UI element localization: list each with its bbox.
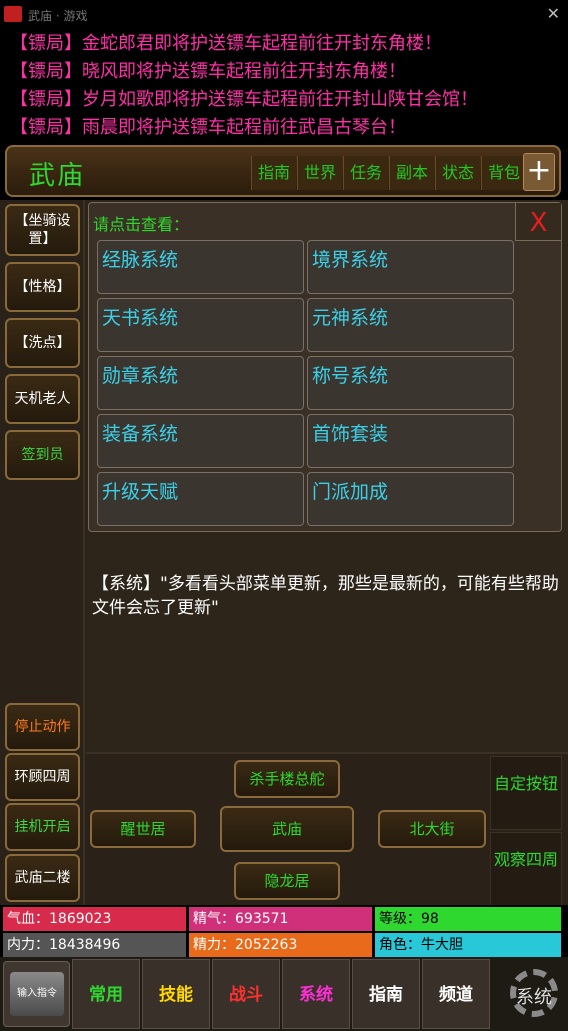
exit-east[interactable]: 北大街 bbox=[378, 810, 486, 848]
system-title[interactable]: 称号系统 bbox=[307, 356, 514, 410]
news-line: 【镖局】雨晨即将护送镖车起程前往武昌古琴台！ bbox=[10, 117, 406, 138]
expand-menu-button[interactable]: + bbox=[523, 153, 555, 191]
news-line: 【镖局】岁月如歌即将护送镖车起程前往开封山陕甘会馆！ bbox=[10, 89, 478, 110]
exit-north[interactable]: 杀手楼总舵 bbox=[234, 760, 340, 798]
nav-quest[interactable]: 任务 bbox=[343, 156, 388, 190]
stat-essence: 精气：693571 bbox=[189, 907, 372, 931]
stat-hp: 气血：1869023 bbox=[3, 907, 186, 931]
system-realm[interactable]: 境界系统 bbox=[307, 240, 514, 294]
tab-system[interactable]: 系统 bbox=[282, 959, 350, 1029]
system-message: 【系统】"多看看头部菜单更新，那些是最新的，可能有些帮助文件会忘了更新" bbox=[92, 574, 559, 618]
stop-action-button[interactable]: 停止动作 bbox=[5, 703, 80, 751]
tab-guide[interactable]: 指南 bbox=[352, 959, 420, 1029]
sidebar-reset-points[interactable]: 【洗点】 bbox=[5, 318, 80, 368]
exit-south[interactable]: 隐龙居 bbox=[234, 862, 340, 900]
system-help-popup: 请点击查看： X 经脉系统 境界系统 天书系统 元神系统 勋章系统 称号系统 装… bbox=[88, 202, 562, 532]
location-bar: 武庙 指南 世界 任务 副本 状态 背包 + bbox=[5, 145, 561, 197]
popup-title: 请点击查看： bbox=[93, 215, 190, 234]
exit-wumiao-2f[interactable]: 武庙二楼 bbox=[5, 854, 80, 902]
stat-level: 等级：98 bbox=[375, 907, 561, 931]
current-room[interactable]: 武庙 bbox=[220, 806, 354, 852]
nav-bag[interactable]: 背包 bbox=[481, 156, 526, 190]
custom-button[interactable]: 自定按钮 bbox=[490, 756, 562, 830]
auto-play-toggle[interactable]: 挂机开启 bbox=[5, 803, 80, 851]
main-area: 【坐骑设置】 【性格】 【洗点】 天机老人 签到员 停止动作 环顾四周 挂机开启… bbox=[0, 200, 568, 906]
observe-button[interactable]: 观察四周 bbox=[490, 832, 562, 906]
stats-panel: 气血：1869023 精气：693571 等级：98 内力：18438496 精… bbox=[0, 905, 568, 957]
status-bar: 武庙 · 游戏 ✕ bbox=[0, 0, 568, 30]
news-line: 【镖局】晓风即将护送镖车起程前往开封东角楼！ bbox=[10, 61, 406, 82]
settings-gear-icon[interactable]: 系统 bbox=[502, 961, 566, 1027]
system-heavenbook[interactable]: 天书系统 bbox=[97, 298, 304, 352]
nav-dungeon[interactable]: 副本 bbox=[389, 156, 434, 190]
left-sidebar: 【坐骑设置】 【性格】 【洗点】 天机老人 签到员 停止动作 环顾四周 挂机开启… bbox=[0, 200, 85, 905]
stat-role: 角色：牛大胆 bbox=[375, 933, 561, 957]
stat-internal-force: 内力：18438496 bbox=[3, 933, 186, 957]
command-input-label: 输入指令 bbox=[10, 972, 64, 1016]
command-input-button[interactable]: 输入指令 bbox=[3, 961, 70, 1027]
app-icon bbox=[4, 6, 22, 22]
tab-channel[interactable]: 频道 bbox=[422, 959, 490, 1029]
sidebar-mount-settings[interactable]: 【坐骑设置】 bbox=[5, 204, 80, 256]
stat-energy: 精力：2052263 bbox=[189, 933, 372, 957]
system-meridian[interactable]: 经脉系统 bbox=[97, 240, 304, 294]
system-sect-bonus[interactable]: 门派加成 bbox=[307, 472, 514, 526]
news-line: 【镖局】金蛇郎君即将护送镖车起程前往开封东角楼！ bbox=[10, 33, 442, 54]
close-icon[interactable]: ✕ bbox=[547, 4, 560, 23]
action-panel: 杀手楼总舵 醒世居 武庙 北大街 隐龙居 自定按钮 观察四周 bbox=[86, 752, 568, 906]
nav-world[interactable]: 世界 bbox=[297, 156, 342, 190]
content-area: 请点击查看： X 经脉系统 境界系统 天书系统 元神系统 勋章系统 称号系统 装… bbox=[86, 200, 568, 906]
tab-common[interactable]: 常用 bbox=[72, 959, 140, 1029]
popup-close-button[interactable]: X bbox=[515, 203, 561, 241]
system-talent[interactable]: 升级天赋 bbox=[97, 472, 304, 526]
exit-west[interactable]: 醒世居 bbox=[90, 810, 196, 848]
tab-combat[interactable]: 战斗 bbox=[212, 959, 280, 1029]
nav-guide[interactable]: 指南 bbox=[251, 156, 296, 190]
broadcast-panel: 【镖局】金蛇郎君即将护送镖车起程前往开封东角楼！ 【镖局】晓风即将护送镖车起程前… bbox=[0, 30, 568, 142]
system-spirit[interactable]: 元神系统 bbox=[307, 298, 514, 352]
nav-status[interactable]: 状态 bbox=[435, 156, 480, 190]
tab-skills[interactable]: 技能 bbox=[142, 959, 210, 1029]
system-equipment[interactable]: 装备系统 bbox=[97, 414, 304, 468]
location-name: 武庙 bbox=[29, 161, 86, 191]
system-jewelry-set[interactable]: 首饰套装 bbox=[307, 414, 514, 468]
settings-label: 系统 bbox=[516, 987, 552, 1008]
sidebar-personality[interactable]: 【性格】 bbox=[5, 262, 80, 312]
window-title: 武庙 · 游戏 bbox=[28, 9, 88, 23]
system-medal[interactable]: 勋章系统 bbox=[97, 356, 304, 410]
look-around-button[interactable]: 环顾四周 bbox=[5, 753, 80, 801]
sidebar-tianji-elder[interactable]: 天机老人 bbox=[5, 374, 80, 424]
sidebar-checkin-npc[interactable]: 签到员 bbox=[5, 430, 80, 480]
bottom-tabbar: 输入指令 常用 技能 战斗 系统 指南 频道 系统 bbox=[0, 957, 568, 1031]
